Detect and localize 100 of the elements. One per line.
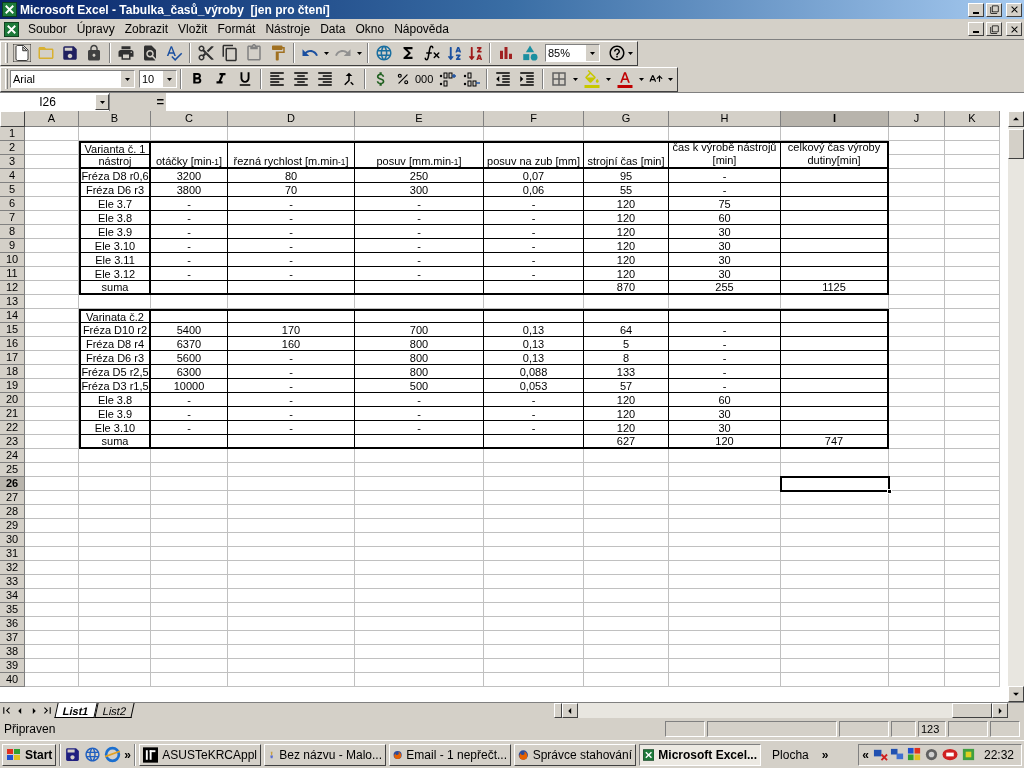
- grid-cell[interactable]: [781, 183, 889, 197]
- row-number[interactable]: 14: [0, 309, 25, 323]
- column-letter[interactable]: G: [584, 111, 669, 127]
- menu-item[interactable]: Zobrazit: [119, 19, 174, 39]
- row-number[interactable]: 24: [0, 449, 25, 463]
- thousands-separator-button[interactable]: 000: [413, 70, 436, 88]
- column-letter[interactable]: I: [781, 111, 889, 127]
- function-icon[interactable]: [423, 44, 441, 62]
- paintbrush-icon[interactable]: [269, 44, 287, 62]
- row-number[interactable]: 25: [0, 463, 25, 477]
- more-chevron[interactable]: »: [124, 745, 132, 764]
- grid-cell[interactable]: [781, 407, 889, 421]
- grid-cell[interactable]: [484, 435, 584, 449]
- workbook-restore-button[interactable]: [986, 22, 1002, 36]
- zoom-box[interactable]: 85%: [545, 44, 600, 62]
- grid-cell[interactable]: [228, 281, 355, 295]
- window-close-button[interactable]: [1006, 2, 1022, 17]
- grid-cell[interactable]: [355, 281, 484, 295]
- column-letter[interactable]: B: [79, 111, 151, 127]
- decrease-decimal-icon[interactable]: [461, 70, 482, 88]
- indent-decrease-icon[interactable]: [494, 70, 513, 88]
- save-icon[interactable]: [61, 44, 79, 62]
- spellcheck-icon[interactable]: [165, 44, 183, 62]
- app-icon[interactable]: [923, 747, 939, 762]
- grid-cell[interactable]: [781, 393, 889, 407]
- font-color-icon[interactable]: [616, 70, 635, 88]
- desktop-toolbar-label[interactable]: Plocha: [772, 745, 809, 764]
- row-number[interactable]: 37: [0, 631, 25, 645]
- caret-icon[interactable]: [668, 77, 674, 81]
- row-number[interactable]: 11: [0, 267, 25, 281]
- browser-icon[interactable]: [104, 746, 122, 763]
- workbook-close-button[interactable]: [1006, 22, 1022, 36]
- row-number[interactable]: 6: [0, 197, 25, 211]
- row-number[interactable]: 9: [0, 239, 25, 253]
- column-letter[interactable]: E: [355, 111, 484, 127]
- row-number[interactable]: 35: [0, 603, 25, 617]
- row-number[interactable]: 40: [0, 673, 25, 687]
- menu-item[interactable]: Nápověda: [389, 19, 454, 39]
- grid-cell[interactable]: [484, 281, 584, 295]
- start-button[interactable]: Start: [2, 743, 57, 766]
- borders-icon[interactable]: [550, 70, 569, 88]
- globe-icon[interactable]: [84, 746, 102, 763]
- align-center-icon[interactable]: [292, 70, 310, 88]
- font-field[interactable]: Arial: [10, 70, 135, 88]
- column-letter[interactable]: J: [889, 111, 945, 127]
- grid-cell[interactable]: [669, 309, 781, 323]
- split-box[interactable]: [554, 703, 562, 718]
- row-number[interactable]: 26: [0, 477, 25, 491]
- scroll-thumb[interactable]: [952, 703, 992, 718]
- sort-descending-icon[interactable]: [468, 45, 483, 61]
- app-icon[interactable]: [906, 747, 922, 762]
- row-number[interactable]: 12: [0, 281, 25, 295]
- grid-cell[interactable]: [781, 225, 889, 239]
- window-minimize-button[interactable]: [968, 2, 984, 17]
- caret-icon[interactable]: [590, 51, 595, 55]
- row-number[interactable]: 10: [0, 253, 25, 267]
- row-number[interactable]: 4: [0, 169, 25, 183]
- column-letter[interactable]: F: [484, 111, 584, 127]
- window-restore-button[interactable]: [986, 2, 1002, 17]
- sheet-tab[interactable]: List1: [54, 702, 98, 718]
- column-letter[interactable]: C: [151, 111, 228, 127]
- grid-cell[interactable]: [228, 435, 355, 449]
- drawing-icon[interactable]: [521, 44, 539, 62]
- scissors-icon[interactable]: [197, 44, 215, 62]
- folder-icon[interactable]: [37, 44, 55, 62]
- align-right-icon[interactable]: [316, 70, 334, 88]
- caret-icon[interactable]: [606, 77, 612, 81]
- grid-cell[interactable]: [781, 379, 889, 393]
- grid-cell[interactable]: [781, 337, 889, 351]
- font-size-field[interactable]: 10: [139, 70, 177, 88]
- row-number[interactable]: 39: [0, 659, 25, 673]
- menu-item[interactable]: Data: [315, 19, 351, 39]
- grid-cell[interactable]: [355, 309, 484, 323]
- scroll-thumb[interactable]: [1008, 129, 1024, 159]
- row-number[interactable]: 23: [0, 435, 25, 449]
- row-number[interactable]: 13: [0, 295, 25, 309]
- column-letter[interactable]: D: [228, 111, 355, 127]
- row-number[interactable]: 7: [0, 211, 25, 225]
- grid-cell[interactable]: [781, 197, 889, 211]
- menu-item[interactable]: Soubor: [23, 19, 72, 39]
- row-number[interactable]: 32: [0, 561, 25, 575]
- row-number[interactable]: 20: [0, 393, 25, 407]
- row-number[interactable]: 36: [0, 617, 25, 631]
- grid-cell[interactable]: [151, 281, 228, 295]
- row-number[interactable]: 38: [0, 645, 25, 659]
- lock-icon[interactable]: [85, 44, 103, 62]
- taskbar-button[interactable]: ASUSTeKRCAppl: [139, 743, 262, 766]
- row-number[interactable]: 27: [0, 491, 25, 505]
- column-letter[interactable]: K: [945, 111, 1000, 127]
- menu-item[interactable]: Nástroje: [260, 19, 316, 39]
- cell-cursor[interactable]: [780, 476, 890, 492]
- fill-handle[interactable]: [887, 489, 892, 494]
- chart-icon[interactable]: [497, 44, 515, 62]
- row-number[interactable]: 3: [0, 155, 25, 169]
- row-number[interactable]: 29: [0, 519, 25, 533]
- row-number[interactable]: 30: [0, 533, 25, 547]
- row-number[interactable]: 22: [0, 421, 25, 435]
- row-number[interactable]: 8: [0, 225, 25, 239]
- row-number[interactable]: 33: [0, 575, 25, 589]
- grid-cell[interactable]: [584, 309, 669, 323]
